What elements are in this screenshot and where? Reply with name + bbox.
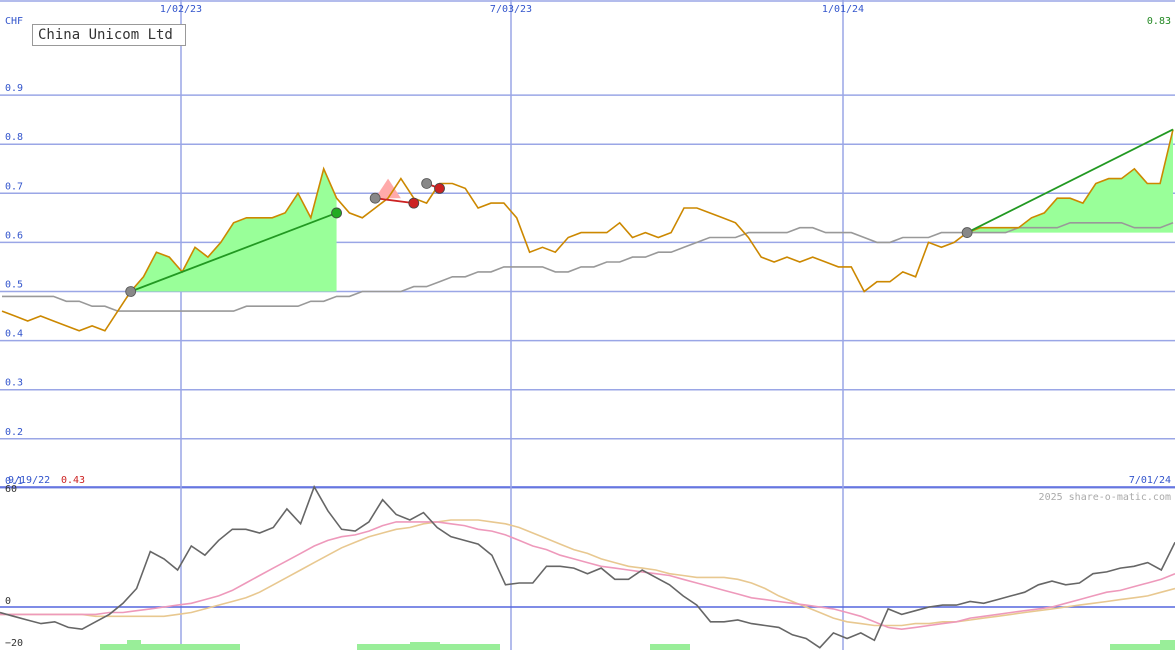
lower-y-tick-label: −20 [5,638,23,649]
lower-bar [410,642,440,650]
lower-bar [100,644,240,650]
y-tick-label: 0.3 [5,378,23,389]
watermark: 2025 share-o-matic.com [1039,492,1171,503]
x-tick-label: 7/03/23 [490,4,532,15]
trend-end-marker [331,207,342,219]
last-value-label: 0.83 [1147,16,1171,27]
background-bands [0,0,1175,650]
y-tick-label: 0.2 [5,427,23,438]
plot-background [0,0,1175,650]
end-date-label: 7/01/24 [1129,475,1171,486]
y-tick-label: 0.8 [5,132,23,143]
y-tick-label: 0.9 [5,83,23,94]
trend-start-marker [125,286,137,297]
y-tick-label: 0.5 [5,280,23,291]
trend-end-marker [434,182,445,194]
x-tick-label: 1/01/24 [822,4,864,15]
lower-y-tick-label: 0 [5,596,11,607]
trend-start-marker [421,178,433,189]
lower-bar [127,640,141,650]
trend-start-marker [961,227,973,238]
chart-title: China Unicom Ltd [32,24,186,46]
start-value-label: 0.43 [61,475,85,486]
y-tick-label: 0.4 [5,329,23,340]
trend-end-marker [408,197,420,209]
y-tick-label: 0.7 [5,181,23,192]
chart-canvas: 0.90.80.70.60.50.40.30.20.11/02/23 7/03/2… [0,0,1175,650]
start-date-label: 9/19/22 [8,475,50,486]
x-tick-label: 1/02/23 [160,4,202,15]
y-tick-label: 0.6 [5,230,23,241]
lower-bar [650,644,690,650]
trend-start-marker [369,192,381,204]
lower-bar [1160,640,1175,650]
currency-label: CHF [5,16,23,27]
